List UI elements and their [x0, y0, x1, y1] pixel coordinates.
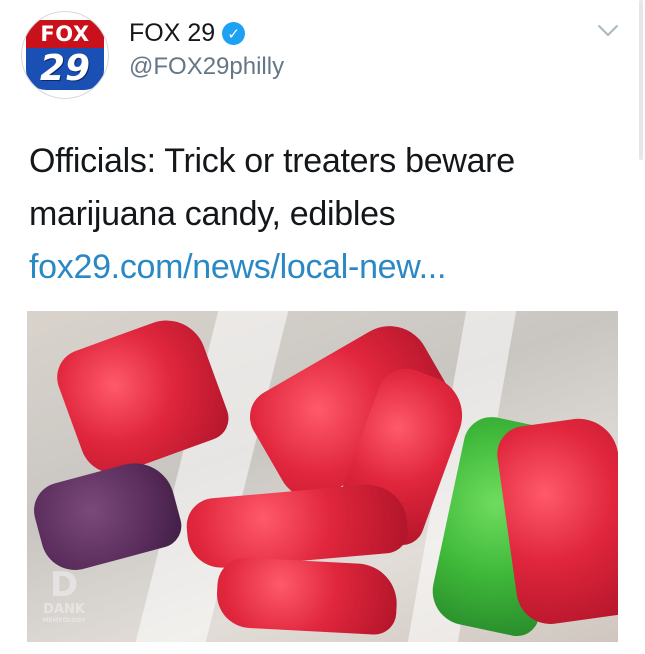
- avatar-logo-number: 29: [26, 48, 104, 90]
- tweet-body: Officials: Trick or treaters beware mari…: [29, 142, 515, 233]
- account-handle[interactable]: @FOX29philly: [129, 53, 284, 81]
- watermark-logo: D DANK MEMEOLOGY: [42, 565, 86, 624]
- tweet-text: Officials: Trick or treaters beware mari…: [29, 135, 625, 294]
- display-name[interactable]: FOX 29: [129, 19, 215, 48]
- chevron-down-icon[interactable]: [597, 24, 619, 38]
- verified-badge-icon: ✓: [222, 22, 246, 45]
- scrollbar[interactable]: [639, 0, 643, 160]
- tweet-media-image[interactable]: D DANK MEMEOLOGY: [27, 311, 618, 642]
- avatar[interactable]: FOX 29: [22, 12, 108, 98]
- tweet-link[interactable]: fox29.com/news/local-new...: [29, 248, 446, 286]
- account-name-row: FOX 29 ✓: [129, 19, 246, 48]
- avatar-logo-fox: FOX: [26, 20, 104, 48]
- red-gummy-candy: [215, 556, 399, 636]
